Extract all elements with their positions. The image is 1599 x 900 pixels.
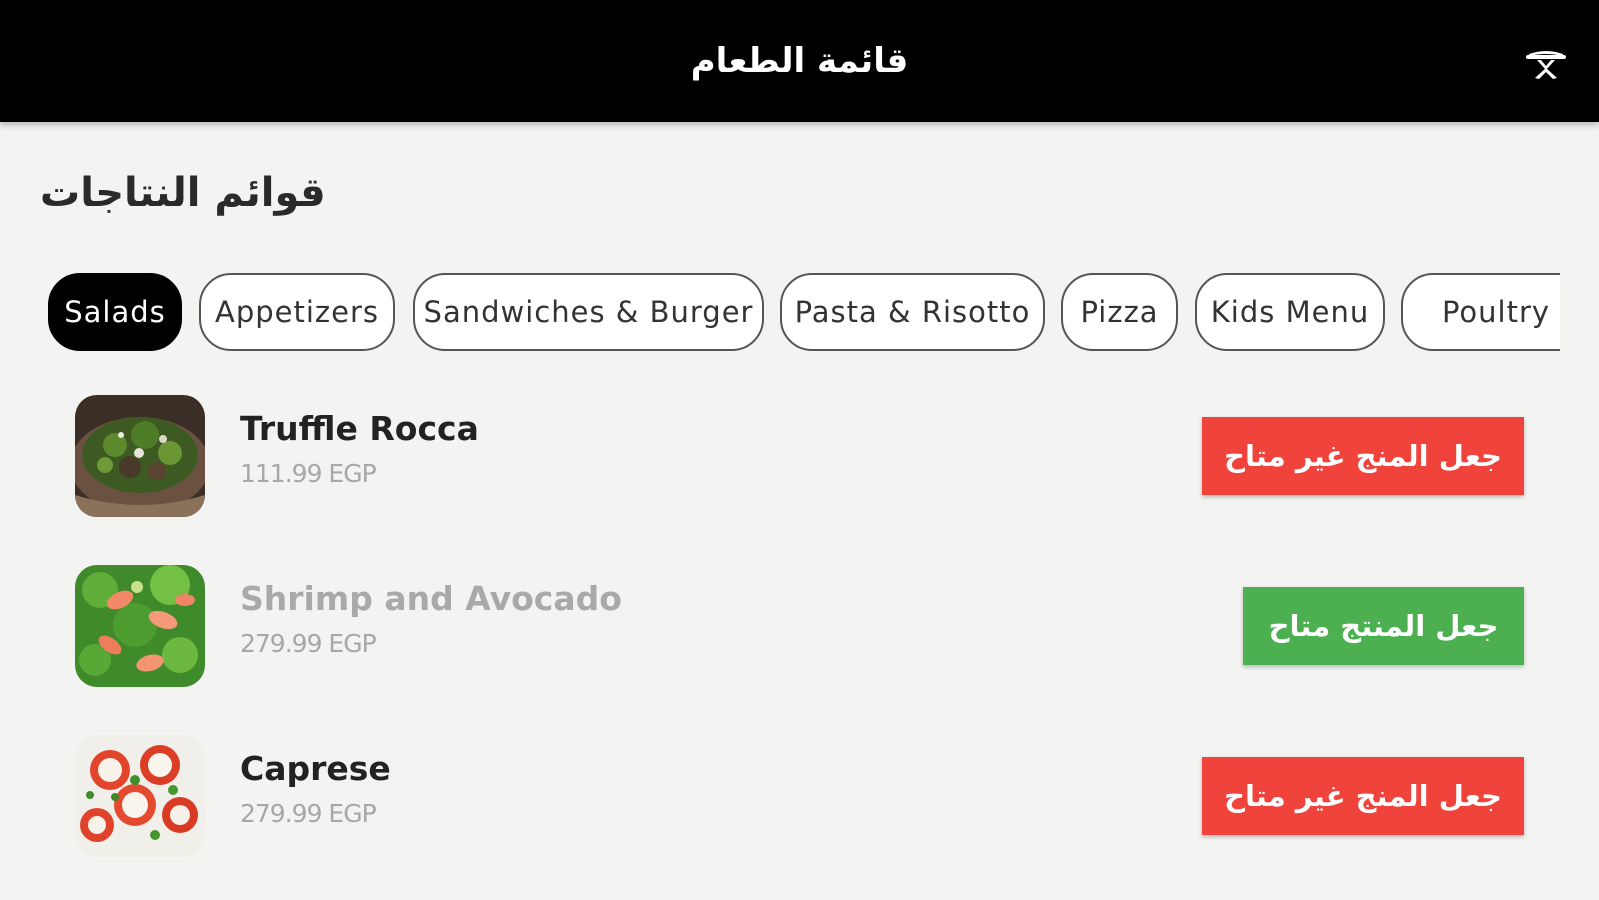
- item-price: 279.99 EGP: [240, 799, 377, 828]
- tab-appetizers[interactable]: Appetizers: [199, 273, 395, 351]
- caprese-salad-image: [75, 735, 205, 857]
- tab-pasta-risotto[interactable]: Pasta & Risotto: [780, 273, 1045, 351]
- make-unavailable-button[interactable]: جعل المنج غير متاح: [1202, 757, 1524, 835]
- shrimp-avocado-salad-image: [75, 565, 205, 687]
- menu-item: Truffle Rocca 111.99 EGP جعل المنج غير م…: [0, 395, 1599, 525]
- tab-sandwiches-burger[interactable]: Sandwiches & Burger: [413, 273, 764, 351]
- item-name: Caprese: [240, 749, 391, 788]
- section-title: قوائم النتاجات: [40, 170, 326, 216]
- category-tabs: Salads Appetizers Sandwiches & Burger Pa…: [48, 273, 1560, 357]
- tab-poultry[interactable]: Poultry: [1401, 273, 1560, 351]
- page-title: قائمة الطعام: [690, 41, 909, 81]
- item-price: 279.99 EGP: [240, 629, 377, 658]
- waiter-bell-icon[interactable]: [1523, 42, 1569, 82]
- tab-salads[interactable]: Salads: [48, 273, 182, 351]
- make-available-button[interactable]: جعل المنتج متاح: [1243, 587, 1524, 665]
- item-price: 111.99 EGP: [240, 459, 377, 488]
- menu-item: Shrimp and Avocado 279.99 EGP جعل المنتج…: [0, 565, 1599, 695]
- item-name: Shrimp and Avocado: [240, 579, 622, 618]
- tab-pizza[interactable]: Pizza: [1061, 273, 1178, 351]
- make-unavailable-button[interactable]: جعل المنج غير متاح: [1202, 417, 1524, 495]
- tab-kids-menu[interactable]: Kids Menu: [1195, 273, 1385, 351]
- item-name: Truffle Rocca: [240, 409, 479, 448]
- truffle-rocca-salad-image: [75, 395, 205, 517]
- menu-item: Caprese 279.99 EGP جعل المنج غير متاح: [0, 735, 1599, 865]
- app-header: قائمة الطعام: [0, 0, 1599, 122]
